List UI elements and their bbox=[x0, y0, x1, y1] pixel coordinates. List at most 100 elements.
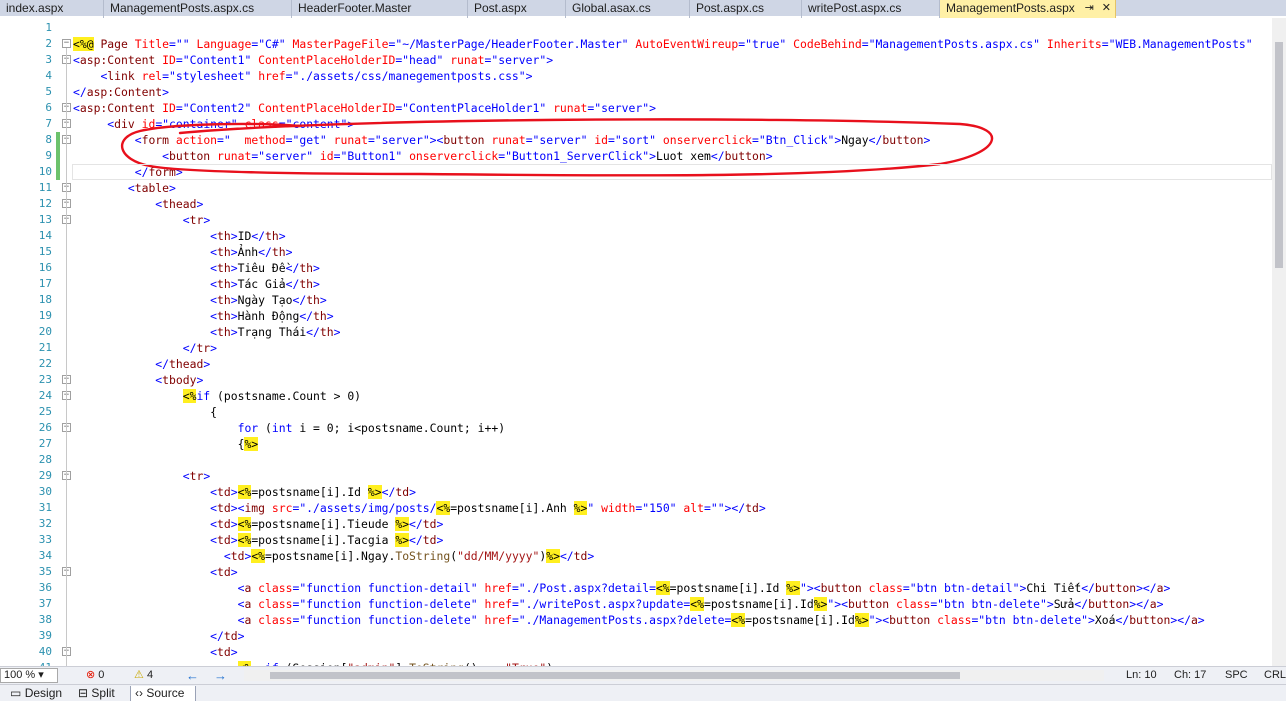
code-line[interactable]: <asp:Content ID="Content2" ContentPlaceH… bbox=[73, 100, 1272, 116]
code-line[interactable]: <td><img src="./assets/img/posts/<%=post… bbox=[73, 500, 1272, 516]
code-token: =""></ bbox=[703, 501, 746, 515]
code-line[interactable]: <th>Hành Động</th> bbox=[73, 308, 1272, 324]
code-line[interactable]: </td> bbox=[73, 628, 1272, 644]
tab-label: HeaderFooter.Master bbox=[298, 1, 412, 15]
code-token: href bbox=[484, 581, 512, 595]
code-line[interactable]: <a class="function function-detail" href… bbox=[73, 580, 1272, 596]
code-token: =postsname[i].Id bbox=[669, 581, 787, 595]
code-line[interactable]: <th>Ảnh</th> bbox=[73, 244, 1272, 260]
code-line[interactable]: <td><%=postsname[i].Id %></td> bbox=[73, 484, 1272, 500]
line-number: 7 bbox=[45, 117, 52, 130]
code-line[interactable]: <td><%=postsname[i].Tacgia %></td> bbox=[73, 532, 1272, 548]
code-line[interactable]: <asp:Content ID="Content1" ContentPlaceH… bbox=[73, 52, 1272, 68]
changed-lines-marker bbox=[56, 132, 60, 180]
close-icon[interactable]: ✕ bbox=[1102, 2, 1111, 14]
tab-index-aspx[interactable]: index.aspx bbox=[0, 0, 104, 18]
code-token: thead bbox=[169, 357, 204, 371]
warnings-indicator[interactable]: ⚠ 4 bbox=[134, 667, 153, 685]
code-token: Ảnh bbox=[237, 245, 259, 259]
tab-post-aspx[interactable]: Post.aspx bbox=[468, 0, 566, 18]
code-line[interactable]: <a class="function function-delete" href… bbox=[73, 596, 1272, 612]
code-token: class bbox=[258, 613, 293, 627]
code-line[interactable]: <td> bbox=[73, 644, 1272, 660]
code-token: th bbox=[217, 309, 231, 323]
line-number: 18 bbox=[38, 293, 52, 306]
horizontal-scrollbar-thumb[interactable] bbox=[270, 672, 960, 679]
code-line[interactable]: <th>ID</th> bbox=[73, 228, 1272, 244]
split-view-tab[interactable]: ⊟ Split bbox=[74, 686, 126, 701]
code-line[interactable]: <th>Tiêu Đề</th> bbox=[73, 260, 1272, 276]
code-line[interactable]: {%> bbox=[73, 436, 1272, 452]
code-token: (postsname.Count > 0) bbox=[210, 389, 362, 403]
code-line[interactable]: <th>Ngày Tạo</th> bbox=[73, 292, 1272, 308]
tab-label: ManagementPosts.aspx.cs bbox=[110, 1, 255, 15]
code-token: <% bbox=[237, 533, 252, 547]
code-line[interactable]: <button runat="server" id="Button1" onse… bbox=[73, 148, 1272, 164]
tab-global-asax-cs[interactable]: Global.asax.cs bbox=[566, 0, 690, 18]
navigate-back-button[interactable]: ← bbox=[186, 667, 199, 685]
code-token: > bbox=[230, 565, 238, 579]
code-token: </ bbox=[868, 133, 883, 147]
code-token: < bbox=[210, 261, 218, 275]
code-line[interactable]: <thead> bbox=[73, 196, 1272, 212]
code-line[interactable]: <td> bbox=[73, 564, 1272, 580]
tab-post-aspx-cs[interactable]: Post.aspx.cs bbox=[690, 0, 802, 18]
code-editor[interactable]: 1 2 3 4 5 6 7 8 9 10 11 12 13 14 15 16 17 18 19 20 21 22 23 24 2… bbox=[0, 18, 1286, 666]
tab-actions: ⇥ ✕ bbox=[1085, 0, 1111, 17]
code-line[interactable]: <link rel="stylesheet" href="./assets/cs… bbox=[73, 68, 1272, 84]
code-line[interactable]: <a class="function function-delete" href… bbox=[73, 612, 1272, 628]
code-line[interactable]: <tr> bbox=[73, 212, 1272, 228]
tab-managementposts-aspx-cs[interactable]: ManagementPosts.aspx.cs bbox=[104, 0, 292, 18]
vertical-scrollbar-thumb[interactable] bbox=[1275, 42, 1283, 268]
code-line[interactable]: </tr> bbox=[73, 340, 1272, 356]
pin-icon[interactable]: ⇥ bbox=[1085, 2, 1094, 14]
code-line[interactable]: for (int i = 0; i<postsname.Count; i++) bbox=[73, 420, 1272, 436]
code-line[interactable]: </thead> bbox=[73, 356, 1272, 372]
tab-headerfooter-master[interactable]: HeaderFooter.Master bbox=[292, 0, 468, 18]
vertical-scrollbar[interactable] bbox=[1272, 18, 1286, 666]
zoom-level-select[interactable]: 100 % ▾ bbox=[0, 668, 58, 683]
errors-indicator[interactable]: ⊗ 0 bbox=[86, 667, 104, 685]
code-token: > bbox=[333, 325, 341, 339]
navigate-forward-button[interactable]: → bbox=[214, 667, 227, 685]
code-line[interactable]: <div id="container" class="content"> bbox=[73, 116, 1272, 132]
code-token: =postsname[i].Id bbox=[703, 597, 814, 611]
tab-managementposts-aspx[interactable]: ManagementPosts.aspx ⇥ ✕ bbox=[940, 0, 1116, 18]
code-line[interactable]: <table> bbox=[73, 180, 1272, 196]
code-line[interactable]: <tbody> bbox=[73, 372, 1272, 388]
code-line[interactable]: <td><%=postsname[i].Tieude %></td> bbox=[73, 516, 1272, 532]
design-view-tab[interactable]: ▭ Design bbox=[6, 686, 66, 701]
code-token: width bbox=[601, 501, 636, 515]
code-line[interactable]: <td><%=postsname[i].Ngay.ToString("dd/MM… bbox=[73, 548, 1272, 564]
code-token: ="./ManagementPosts.aspx?delete= bbox=[511, 613, 732, 627]
code-line[interactable] bbox=[73, 452, 1272, 468]
code-token: > bbox=[230, 261, 238, 275]
code-line[interactable]: <tr> bbox=[73, 468, 1272, 484]
horizontal-scrollbar[interactable] bbox=[244, 670, 1104, 681]
line-number: 12 bbox=[38, 197, 52, 210]
tab-writepost-aspx-cs[interactable]: writePost.aspx.cs bbox=[802, 0, 940, 18]
code-token: =postsname[i].Anh bbox=[450, 501, 574, 515]
code-token: ContentPlaceHolderID bbox=[258, 101, 396, 115]
code-line[interactable]: <form action=" method="get" runat="serve… bbox=[73, 132, 1272, 148]
code-line[interactable]: <%@ Page Title="" Language="C#" MasterPa… bbox=[73, 36, 1272, 52]
fold-toggle-icon[interactable]: − bbox=[62, 39, 71, 48]
code-line[interactable]: { bbox=[73, 404, 1272, 420]
code-token: < bbox=[134, 133, 142, 147]
warning-icon: ⚠ bbox=[134, 669, 144, 681]
code-line[interactable]: <th>Tác Giả</th> bbox=[73, 276, 1272, 292]
code-line[interactable]: <th>Trạng Thái</th> bbox=[73, 324, 1272, 340]
code-line[interactable]: </asp:Content> bbox=[73, 84, 1272, 100]
code-token: ="./writePost.aspx?update= bbox=[511, 597, 691, 611]
code-line[interactable]: <%if (postsname.Count > 0) bbox=[73, 388, 1272, 404]
source-view-tab[interactable]: ‹› Source bbox=[130, 686, 196, 701]
split-view-label: Split bbox=[91, 686, 115, 700]
code-token: %> bbox=[813, 597, 828, 611]
code-token: i = 0; i<postsname.Count; i++) bbox=[292, 421, 506, 435]
